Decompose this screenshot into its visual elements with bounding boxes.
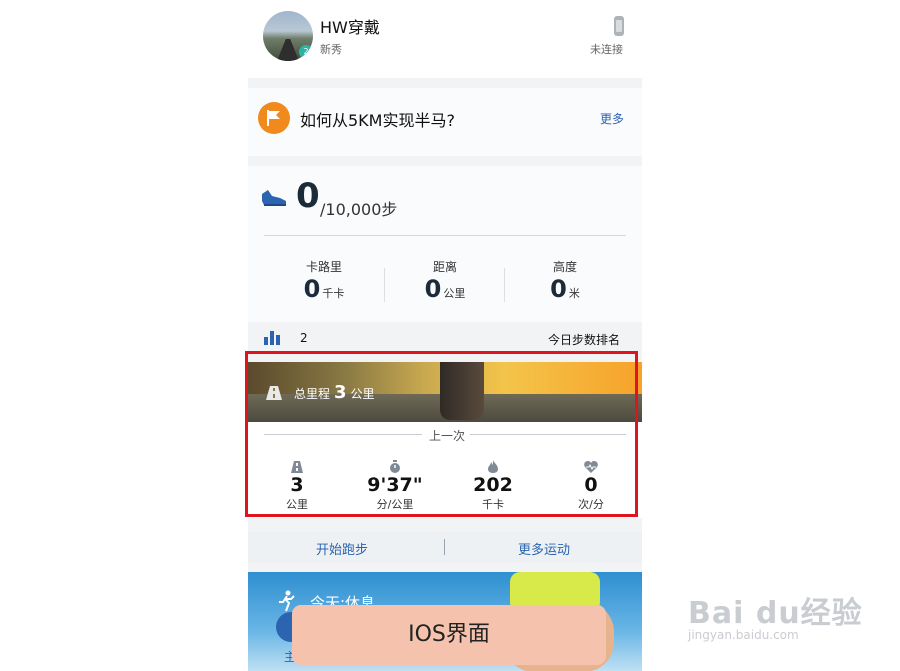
rank-value: 2	[300, 331, 308, 345]
divider	[264, 235, 626, 236]
shoe-icon	[262, 190, 286, 206]
user-level: 新秀	[320, 43, 342, 56]
tip-card[interactable]: 如何从5KM实现半马? 更多	[248, 88, 642, 156]
running-actions: 开始跑步 更多运动	[248, 532, 642, 562]
level-badge: 2	[299, 45, 313, 59]
bar-chart-icon	[264, 331, 280, 345]
connection-status[interactable]: 未连接	[590, 41, 623, 57]
divider	[444, 539, 445, 555]
watch-icon[interactable]	[614, 16, 624, 36]
steps-count: 0	[296, 176, 320, 216]
stat-distance: 距离 0 公里	[385, 258, 505, 303]
rank-label: 今日步数排名	[548, 333, 621, 347]
stat-value: 0	[303, 275, 321, 303]
step-rank-row[interactable]: 2 今日步数排名	[248, 322, 642, 352]
highlight-box	[245, 351, 638, 517]
tip-more-link[interactable]: 更多	[600, 110, 624, 127]
stat-label: 卡路里	[305, 260, 342, 274]
stat-unit: 米	[568, 287, 580, 300]
more-sports-button[interactable]: 更多运动	[518, 539, 570, 558]
stat-label: 距离	[432, 260, 457, 274]
stat-unit: 千卡	[322, 287, 345, 300]
stat-altitude: 高度 0米	[505, 258, 625, 303]
tip-title: 如何从5KM实现半马?	[300, 111, 455, 130]
stat-unit: 公里	[443, 287, 466, 300]
watermark: Bai du经验 jingyan.baidu.com	[688, 588, 863, 642]
avatar[interactable]: 2	[263, 11, 313, 61]
flag-icon	[258, 102, 290, 134]
steps-goal: /10,000步	[320, 200, 398, 219]
avatar-road-graphic	[277, 39, 299, 61]
stat-label: 高度	[552, 260, 577, 274]
steps-card[interactable]: 0 /10,000步 卡路里 0 千卡 距离 0 公里 高度 0米	[248, 166, 642, 322]
watermark-brand: Bai du经验	[688, 596, 863, 631]
start-run-button[interactable]: 开始跑步	[316, 539, 368, 558]
stat-value: 0	[424, 275, 442, 303]
stat-value: 0	[550, 275, 567, 303]
ios-caption: IOS界面	[292, 605, 606, 665]
profile-header: 2 HW穿戴 新秀 未连接	[248, 0, 642, 78]
stat-calories: 卡路里 0 千卡	[264, 258, 384, 303]
phone-screen: 2 HW穿戴 新秀 未连接 如何从5KM实现半马? 更多 0 /10,000步 …	[248, 0, 642, 671]
user-name: HW穿戴	[320, 18, 380, 37]
